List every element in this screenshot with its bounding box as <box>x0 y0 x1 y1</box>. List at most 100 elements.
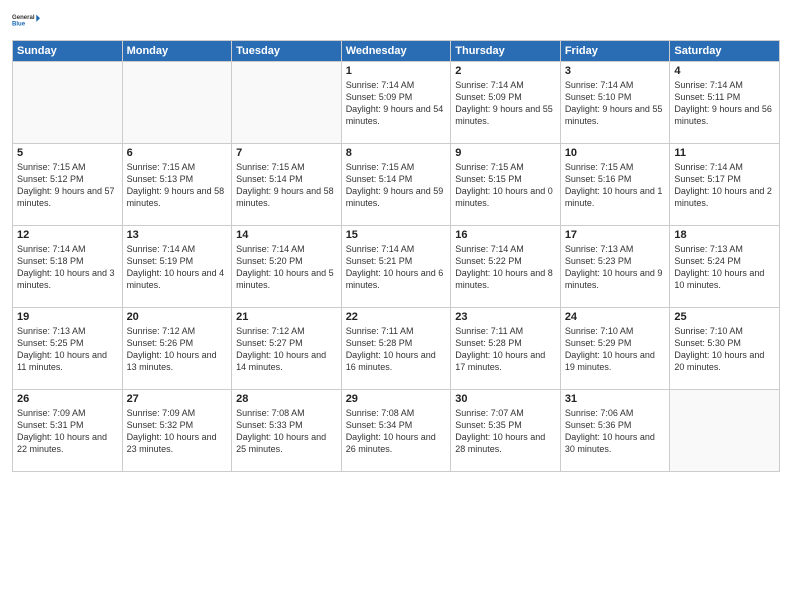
day-number: 11 <box>674 147 775 159</box>
day-number: 18 <box>674 229 775 241</box>
calendar-container: General Blue SundayMondayTuesdayWednesda… <box>0 0 792 612</box>
logo-icon: General Blue <box>12 10 40 32</box>
day-of-week-header: Sunday <box>13 41 123 62</box>
calendar-day-cell: 9 Sunrise: 7:15 AMSunset: 5:15 PMDayligh… <box>451 144 561 226</box>
cell-details: Sunrise: 7:15 AMSunset: 5:15 PMDaylight:… <box>455 161 556 210</box>
calendar-week-row: 1 Sunrise: 7:14 AMSunset: 5:09 PMDayligh… <box>13 62 780 144</box>
cell-details: Sunrise: 7:13 AMSunset: 5:23 PMDaylight:… <box>565 243 666 292</box>
cell-details: Sunrise: 7:09 AMSunset: 5:32 PMDaylight:… <box>127 407 228 456</box>
day-number: 3 <box>565 65 666 77</box>
cell-details: Sunrise: 7:14 AMSunset: 5:09 PMDaylight:… <box>346 79 447 128</box>
calendar-day-cell: 1 Sunrise: 7:14 AMSunset: 5:09 PMDayligh… <box>341 62 451 144</box>
day-of-week-header: Tuesday <box>232 41 342 62</box>
cell-details: Sunrise: 7:09 AMSunset: 5:31 PMDaylight:… <box>17 407 118 456</box>
calendar-day-cell: 20 Sunrise: 7:12 AMSunset: 5:26 PMDaylig… <box>122 308 232 390</box>
calendar-day-cell: 25 Sunrise: 7:10 AMSunset: 5:30 PMDaylig… <box>670 308 780 390</box>
day-number: 16 <box>455 229 556 241</box>
calendar-day-cell: 4 Sunrise: 7:14 AMSunset: 5:11 PMDayligh… <box>670 62 780 144</box>
cell-details: Sunrise: 7:14 AMSunset: 5:18 PMDaylight:… <box>17 243 118 292</box>
cell-details: Sunrise: 7:14 AMSunset: 5:11 PMDaylight:… <box>674 79 775 128</box>
day-number: 6 <box>127 147 228 159</box>
calendar-day-cell: 6 Sunrise: 7:15 AMSunset: 5:13 PMDayligh… <box>122 144 232 226</box>
calendar-day-cell: 13 Sunrise: 7:14 AMSunset: 5:19 PMDaylig… <box>122 226 232 308</box>
calendar-week-row: 26 Sunrise: 7:09 AMSunset: 5:31 PMDaylig… <box>13 390 780 472</box>
svg-text:Blue: Blue <box>12 22 26 28</box>
calendar-day-cell: 24 Sunrise: 7:10 AMSunset: 5:29 PMDaylig… <box>560 308 670 390</box>
cell-details: Sunrise: 7:14 AMSunset: 5:19 PMDaylight:… <box>127 243 228 292</box>
calendar-day-cell: 11 Sunrise: 7:14 AMSunset: 5:17 PMDaylig… <box>670 144 780 226</box>
calendar-day-cell: 28 Sunrise: 7:08 AMSunset: 5:33 PMDaylig… <box>232 390 342 472</box>
calendar-day-cell: 15 Sunrise: 7:14 AMSunset: 5:21 PMDaylig… <box>341 226 451 308</box>
cell-details: Sunrise: 7:15 AMSunset: 5:13 PMDaylight:… <box>127 161 228 210</box>
calendar-day-cell: 14 Sunrise: 7:14 AMSunset: 5:20 PMDaylig… <box>232 226 342 308</box>
day-number: 15 <box>346 229 447 241</box>
calendar-week-row: 5 Sunrise: 7:15 AMSunset: 5:12 PMDayligh… <box>13 144 780 226</box>
cell-details: Sunrise: 7:14 AMSunset: 5:21 PMDaylight:… <box>346 243 447 292</box>
day-number: 31 <box>565 393 666 405</box>
cell-details: Sunrise: 7:12 AMSunset: 5:26 PMDaylight:… <box>127 325 228 374</box>
calendar-table: SundayMondayTuesdayWednesdayThursdayFrid… <box>12 40 780 472</box>
day-number: 13 <box>127 229 228 241</box>
cell-details: Sunrise: 7:14 AMSunset: 5:20 PMDaylight:… <box>236 243 337 292</box>
cell-details: Sunrise: 7:08 AMSunset: 5:33 PMDaylight:… <box>236 407 337 456</box>
header: General Blue <box>12 10 780 32</box>
calendar-day-cell <box>122 62 232 144</box>
calendar-day-cell: 21 Sunrise: 7:12 AMSunset: 5:27 PMDaylig… <box>232 308 342 390</box>
calendar-day-cell: 5 Sunrise: 7:15 AMSunset: 5:12 PMDayligh… <box>13 144 123 226</box>
day-number: 28 <box>236 393 337 405</box>
calendar-day-cell: 30 Sunrise: 7:07 AMSunset: 5:35 PMDaylig… <box>451 390 561 472</box>
calendar-week-row: 19 Sunrise: 7:13 AMSunset: 5:25 PMDaylig… <box>13 308 780 390</box>
cell-details: Sunrise: 7:15 AMSunset: 5:14 PMDaylight:… <box>236 161 337 210</box>
day-number: 21 <box>236 311 337 323</box>
calendar-day-cell: 23 Sunrise: 7:11 AMSunset: 5:28 PMDaylig… <box>451 308 561 390</box>
calendar-day-cell: 16 Sunrise: 7:14 AMSunset: 5:22 PMDaylig… <box>451 226 561 308</box>
day-of-week-header: Thursday <box>451 41 561 62</box>
day-number: 5 <box>17 147 118 159</box>
calendar-day-cell: 27 Sunrise: 7:09 AMSunset: 5:32 PMDaylig… <box>122 390 232 472</box>
calendar-day-cell: 12 Sunrise: 7:14 AMSunset: 5:18 PMDaylig… <box>13 226 123 308</box>
day-number: 7 <box>236 147 337 159</box>
day-number: 2 <box>455 65 556 77</box>
day-number: 23 <box>455 311 556 323</box>
cell-details: Sunrise: 7:10 AMSunset: 5:30 PMDaylight:… <box>674 325 775 374</box>
day-number: 26 <box>17 393 118 405</box>
calendar-day-cell: 19 Sunrise: 7:13 AMSunset: 5:25 PMDaylig… <box>13 308 123 390</box>
calendar-day-cell: 17 Sunrise: 7:13 AMSunset: 5:23 PMDaylig… <box>560 226 670 308</box>
calendar-day-cell: 31 Sunrise: 7:06 AMSunset: 5:36 PMDaylig… <box>560 390 670 472</box>
cell-details: Sunrise: 7:14 AMSunset: 5:10 PMDaylight:… <box>565 79 666 128</box>
calendar-day-cell <box>670 390 780 472</box>
cell-details: Sunrise: 7:12 AMSunset: 5:27 PMDaylight:… <box>236 325 337 374</box>
calendar-day-cell: 22 Sunrise: 7:11 AMSunset: 5:28 PMDaylig… <box>341 308 451 390</box>
cell-details: Sunrise: 7:14 AMSunset: 5:17 PMDaylight:… <box>674 161 775 210</box>
cell-details: Sunrise: 7:08 AMSunset: 5:34 PMDaylight:… <box>346 407 447 456</box>
day-number: 8 <box>346 147 447 159</box>
cell-details: Sunrise: 7:10 AMSunset: 5:29 PMDaylight:… <box>565 325 666 374</box>
cell-details: Sunrise: 7:15 AMSunset: 5:16 PMDaylight:… <box>565 161 666 210</box>
calendar-header-row: SundayMondayTuesdayWednesdayThursdayFrid… <box>13 41 780 62</box>
calendar-day-cell: 2 Sunrise: 7:14 AMSunset: 5:09 PMDayligh… <box>451 62 561 144</box>
day-number: 12 <box>17 229 118 241</box>
calendar-day-cell: 8 Sunrise: 7:15 AMSunset: 5:14 PMDayligh… <box>341 144 451 226</box>
day-number: 22 <box>346 311 447 323</box>
day-number: 17 <box>565 229 666 241</box>
calendar-day-cell: 7 Sunrise: 7:15 AMSunset: 5:14 PMDayligh… <box>232 144 342 226</box>
day-of-week-header: Friday <box>560 41 670 62</box>
logo: General Blue <box>12 10 40 32</box>
calendar-day-cell: 29 Sunrise: 7:08 AMSunset: 5:34 PMDaylig… <box>341 390 451 472</box>
cell-details: Sunrise: 7:15 AMSunset: 5:14 PMDaylight:… <box>346 161 447 210</box>
calendar-day-cell: 3 Sunrise: 7:14 AMSunset: 5:10 PMDayligh… <box>560 62 670 144</box>
calendar-day-cell: 18 Sunrise: 7:13 AMSunset: 5:24 PMDaylig… <box>670 226 780 308</box>
day-of-week-header: Wednesday <box>341 41 451 62</box>
cell-details: Sunrise: 7:06 AMSunset: 5:36 PMDaylight:… <box>565 407 666 456</box>
svg-text:General: General <box>12 15 35 21</box>
cell-details: Sunrise: 7:15 AMSunset: 5:12 PMDaylight:… <box>17 161 118 210</box>
cell-details: Sunrise: 7:11 AMSunset: 5:28 PMDaylight:… <box>455 325 556 374</box>
day-number: 9 <box>455 147 556 159</box>
day-number: 19 <box>17 311 118 323</box>
day-of-week-header: Saturday <box>670 41 780 62</box>
calendar-day-cell <box>232 62 342 144</box>
day-number: 25 <box>674 311 775 323</box>
cell-details: Sunrise: 7:07 AMSunset: 5:35 PMDaylight:… <box>455 407 556 456</box>
day-number: 30 <box>455 393 556 405</box>
calendar-day-cell: 26 Sunrise: 7:09 AMSunset: 5:31 PMDaylig… <box>13 390 123 472</box>
